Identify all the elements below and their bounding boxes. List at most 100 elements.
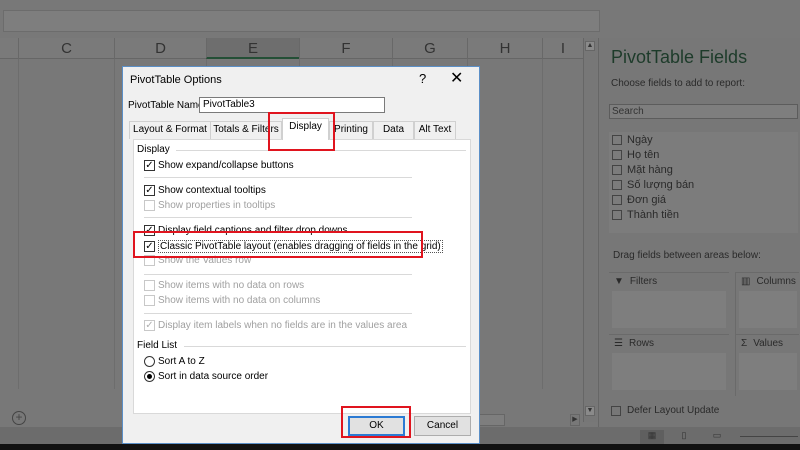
column-header-e[interactable]: E bbox=[206, 38, 299, 59]
column-header-g[interactable]: G bbox=[392, 38, 467, 59]
normal-view-icon[interactable]: ▦ bbox=[640, 430, 664, 444]
highlight-ok-button bbox=[341, 406, 411, 438]
formula-bar[interactable] bbox=[3, 10, 600, 32]
area-label: Filters bbox=[629, 276, 658, 287]
sort-a-to-z-radio[interactable]: Sort A to Z bbox=[144, 356, 205, 367]
tab-layout-format[interactable]: Layout & Format bbox=[129, 121, 211, 139]
checkbox[interactable] bbox=[612, 180, 622, 190]
option-label: Display item labels when no fields are i… bbox=[158, 320, 408, 331]
checkbox[interactable] bbox=[612, 165, 622, 175]
column-header-c[interactable]: C bbox=[18, 38, 114, 59]
tab-alt-text[interactable]: Alt Text bbox=[414, 121, 456, 139]
display-tab-panel: Display ✓ Show expand/collapse buttons ✓ S… bbox=[133, 139, 471, 414]
cancel-button[interactable]: Cancel bbox=[414, 416, 471, 436]
close-icon[interactable]: ✕ bbox=[450, 68, 463, 88]
field-item[interactable]: Thành tiền bbox=[612, 209, 679, 221]
column-header-h[interactable]: H bbox=[467, 38, 542, 59]
field-item[interactable]: Đơn giá bbox=[612, 194, 666, 206]
rows-area[interactable]: ☰ Rows bbox=[609, 334, 729, 396]
taskbar bbox=[0, 444, 800, 450]
area-label: Columns bbox=[756, 276, 796, 287]
field-label: Số lượng bán bbox=[627, 179, 695, 191]
page-break-icon[interactable]: ▭ bbox=[705, 430, 729, 444]
radio-selected[interactable] bbox=[144, 371, 155, 382]
checkbox bbox=[144, 295, 155, 306]
dialog-title: PivotTable Options bbox=[130, 74, 222, 86]
checkbox bbox=[144, 200, 155, 211]
scroll-up-icon[interactable]: ▲ bbox=[585, 41, 595, 51]
tab-printing[interactable]: Printing bbox=[329, 121, 373, 139]
field-label: Họ tên bbox=[627, 149, 660, 161]
field-item[interactable]: Ngày bbox=[612, 134, 653, 146]
field-item[interactable]: Họ tên bbox=[612, 149, 659, 161]
show-contextual-tooltips-option[interactable]: ✓ Show contextual tooltips bbox=[144, 185, 266, 196]
option-label: Sort A to Z bbox=[158, 356, 205, 367]
display-group-label: Display bbox=[137, 144, 170, 155]
checkbox-checked[interactable]: ✓ bbox=[144, 185, 155, 196]
area-label: Rows bbox=[628, 338, 654, 349]
highlight-classic-layout bbox=[133, 231, 423, 258]
page-layout-icon[interactable]: ▯ bbox=[672, 430, 696, 444]
pane-title: PivotTable Fields bbox=[611, 47, 748, 67]
option-label: Show expand/collapse buttons bbox=[158, 160, 294, 171]
option-label: Show items with no data on rows bbox=[158, 280, 305, 291]
option-label: Show items with no data on columns bbox=[158, 295, 321, 306]
field-item[interactable]: Mặt hàng bbox=[612, 164, 673, 176]
checkbox[interactable] bbox=[612, 210, 622, 220]
defer-layout-update[interactable]: Defer Layout Update bbox=[611, 405, 719, 416]
checkbox-checked[interactable]: ✓ bbox=[144, 160, 155, 171]
filter-icon: ▼ bbox=[614, 276, 624, 287]
display-item-labels-option: ✓ Display item labels when no fields are … bbox=[144, 320, 407, 331]
field-item[interactable]: Số lượng bán bbox=[612, 179, 694, 191]
field-list: Ngày Họ tên Mặt hàng Số lượng bán Đơn gi… bbox=[609, 132, 798, 233]
rows-icon: ☰ bbox=[614, 338, 623, 349]
grid-line bbox=[18, 59, 19, 389]
column-header-i[interactable]: I bbox=[542, 38, 583, 59]
sigma-icon: Σ bbox=[741, 338, 748, 349]
help-button[interactable]: ? bbox=[419, 71, 426, 86]
add-sheet-button[interactable]: + bbox=[12, 411, 26, 425]
columns-area[interactable]: ▥ Columns bbox=[735, 272, 799, 334]
grid-line bbox=[542, 59, 543, 389]
area-label: Values bbox=[753, 338, 784, 349]
vertical-scrollbar[interactable]: ▲ ▼ bbox=[583, 38, 597, 422]
grid-line bbox=[114, 59, 115, 389]
checkbox[interactable] bbox=[611, 405, 621, 416]
tab-data[interactable]: Data bbox=[373, 121, 414, 139]
highlight-display-tab bbox=[268, 112, 335, 151]
scroll-down-icon[interactable]: ▼ bbox=[585, 406, 595, 416]
checkbox bbox=[144, 280, 155, 291]
checkbox-checked: ✓ bbox=[144, 320, 155, 331]
field-list-group-label: Field List bbox=[137, 340, 178, 351]
scroll-right-icon[interactable]: ▶ bbox=[570, 414, 580, 426]
radio[interactable] bbox=[144, 356, 155, 367]
sort-source-order-radio[interactable]: Sort in data source order bbox=[144, 371, 268, 382]
defer-label: Defer Layout Update bbox=[627, 405, 720, 416]
column-header-row: C D E F G H I bbox=[0, 38, 583, 59]
field-label: Thành tiền bbox=[627, 209, 679, 221]
pivottable-name-input[interactable]: PivotTable3 bbox=[199, 97, 385, 113]
column-header-f[interactable]: F bbox=[299, 38, 392, 59]
checkbox[interactable] bbox=[612, 135, 622, 145]
option-label: Show contextual tooltips bbox=[158, 185, 266, 196]
values-area[interactable]: Σ Values bbox=[735, 334, 799, 396]
option-label: Sort in data source order bbox=[158, 371, 269, 382]
name-label: PivotTable Name: bbox=[128, 100, 207, 111]
choose-fields-label: Choose fields to add to report: bbox=[611, 78, 745, 89]
checkbox[interactable] bbox=[612, 150, 622, 160]
column-header-d[interactable]: D bbox=[114, 38, 206, 59]
show-items-no-data-columns-option: Show items with no data on columns bbox=[144, 295, 320, 306]
show-properties-tooltips-option: Show properties in tooltips bbox=[144, 200, 275, 211]
field-search-input[interactable]: Search bbox=[609, 104, 798, 119]
show-expand-collapse-option[interactable]: ✓ Show expand/collapse buttons bbox=[144, 160, 294, 171]
field-label: Ngày bbox=[627, 134, 653, 146]
filters-area[interactable]: ▼ Filters bbox=[609, 272, 729, 334]
show-items-no-data-rows-option: Show items with no data on rows bbox=[144, 280, 304, 291]
option-label: Show properties in tooltips bbox=[158, 200, 276, 211]
checkbox[interactable] bbox=[612, 195, 622, 205]
field-label: Đơn giá bbox=[627, 194, 667, 206]
drag-fields-label: Drag fields between areas below: bbox=[613, 250, 761, 261]
field-label: Mặt hàng bbox=[627, 164, 673, 176]
zoom-slider[interactable] bbox=[740, 436, 798, 437]
columns-icon: ▥ bbox=[741, 276, 751, 287]
